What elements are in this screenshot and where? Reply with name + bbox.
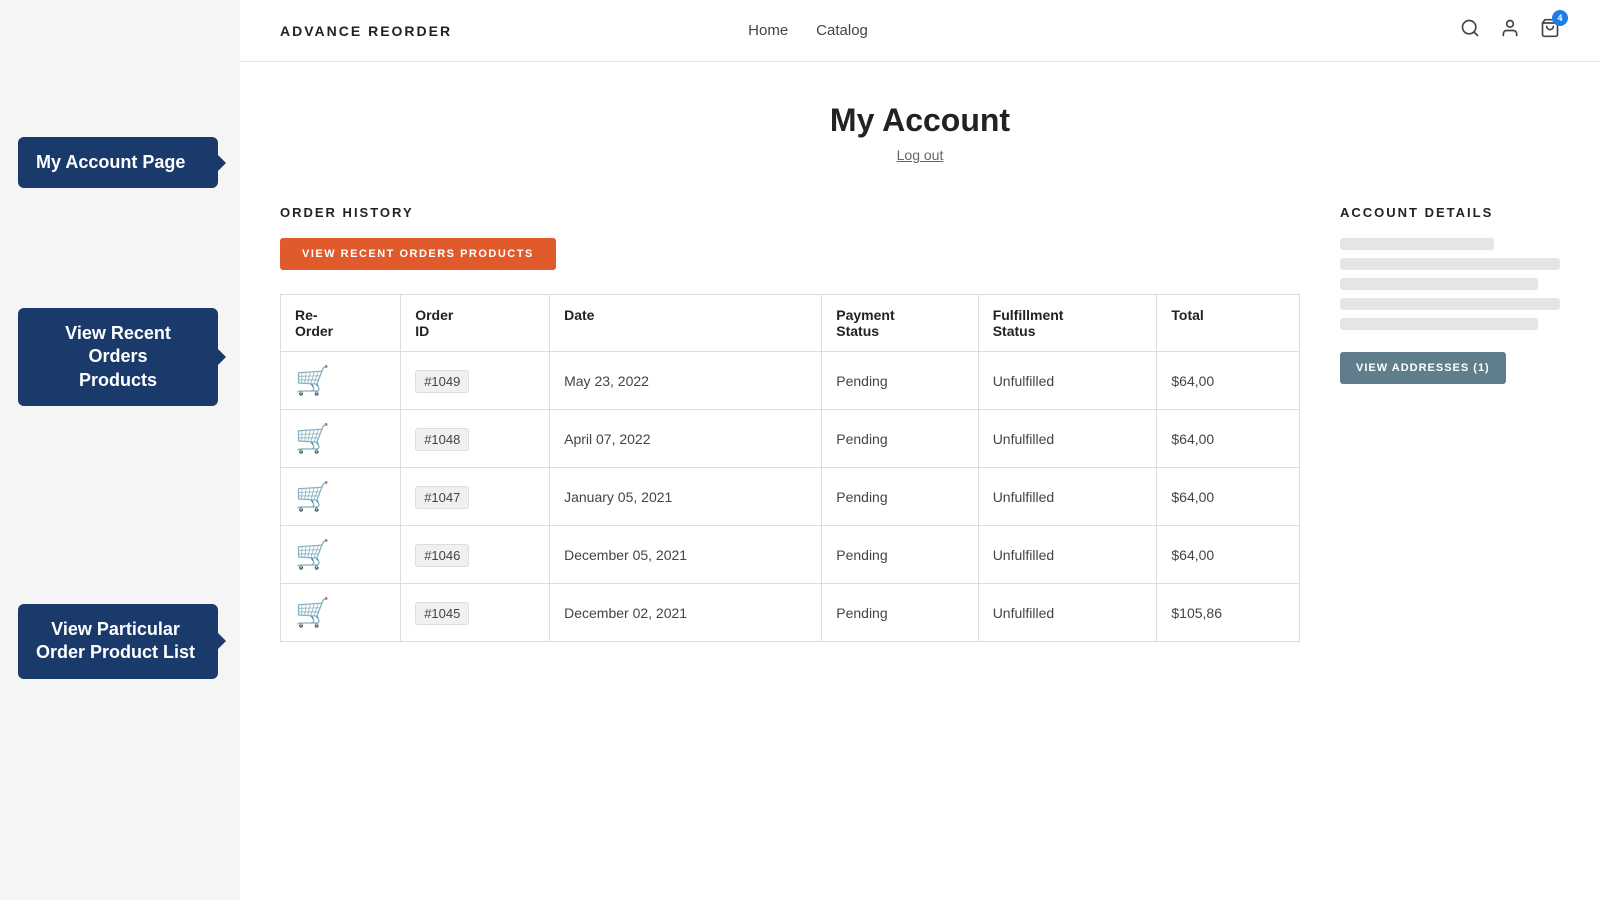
payment-status-cell: Pending <box>822 410 978 468</box>
col-payment: PaymentStatus <box>822 295 978 352</box>
payment-status-cell: Pending <box>822 352 978 410</box>
account-details-section: ACCOUNT DETAILS VIEW ADDRESSES (1) <box>1340 205 1560 384</box>
account-icon[interactable] <box>1500 18 1520 43</box>
total-cell: $64,00 <box>1157 468 1300 526</box>
order-id-badge[interactable]: #1049 <box>415 370 469 393</box>
table-row[interactable]: 🛒 #1048 April 07, 2022PendingUnfulfilled$6… <box>281 410 1300 468</box>
search-icon[interactable] <box>1460 18 1480 43</box>
order-id-badge[interactable]: #1047 <box>415 486 469 509</box>
page-title: My Account <box>260 102 1580 139</box>
total-cell: $64,00 <box>1157 410 1300 468</box>
payment-status-cell: Pending <box>822 584 978 642</box>
view-recent-orders-button[interactable]: VIEW RECENT ORDERS PRODUCTS <box>280 238 556 270</box>
fulfillment-status-cell: Unfulfilled <box>978 410 1157 468</box>
fulfillment-status-cell: Unfulfilled <box>978 352 1157 410</box>
col-reorder: Re-Order <box>281 295 401 352</box>
cart-badge: 4 <box>1552 10 1568 26</box>
nav-home[interactable]: Home <box>748 22 788 39</box>
body-columns: ORDER HISTORY VIEW RECENT ORDERS PRODUCT… <box>240 185 1600 682</box>
order-history-section: ORDER HISTORY VIEW RECENT ORDERS PRODUCT… <box>280 205 1300 642</box>
table-row[interactable]: 🛒 #1046 December 05, 2021PendingUnfulfille… <box>281 526 1300 584</box>
address-line-2 <box>1340 258 1560 270</box>
table-row[interactable]: 🛒 #1049 May 23, 2022PendingUnfulfilled$64,… <box>281 352 1300 410</box>
address-line-5 <box>1340 318 1538 330</box>
nav-catalog[interactable]: Catalog <box>816 22 868 39</box>
view-particular-order-badge: View ParticularOrder Product List <box>18 604 218 679</box>
total-cell: $105,86 <box>1157 584 1300 642</box>
order-date-cell: January 05, 2021 <box>550 468 822 526</box>
nav-icons: 4 <box>1460 18 1560 43</box>
table-row[interactable]: 🛒 #1047 January 05, 2021PendingUnfulfilled… <box>281 468 1300 526</box>
order-id-cell: #1047 <box>401 468 550 526</box>
order-id-cell: #1046 <box>401 526 550 584</box>
order-id-badge[interactable]: #1048 <box>415 428 469 451</box>
cart-toy-icon: 🛒 <box>295 423 330 454</box>
nav-links: Home Catalog <box>748 22 868 39</box>
reorder-icon-cell[interactable]: 🛒 <box>281 526 401 584</box>
view-recent-orders-badge: View Recent OrdersProducts <box>18 308 218 406</box>
payment-status-cell: Pending <box>822 526 978 584</box>
main-content: ADVANCE REORDER Home Catalog <box>240 0 1600 900</box>
cart-toy-icon: 🛒 <box>295 539 330 570</box>
cart-toy-icon: 🛒 <box>295 597 330 628</box>
col-fulfillment: FulfillmentStatus <box>978 295 1157 352</box>
order-id-cell: #1049 <box>401 352 550 410</box>
account-details-title: ACCOUNT DETAILS <box>1340 205 1560 220</box>
left-annotation-panel: My Account Page View Recent OrdersProduc… <box>0 0 240 900</box>
cart-toy-icon: 🛒 <box>295 481 330 512</box>
order-date-cell: April 07, 2022 <box>550 410 822 468</box>
page-wrapper: My Account Page View Recent OrdersProduc… <box>0 0 1600 900</box>
view-addresses-button[interactable]: VIEW ADDRESSES (1) <box>1340 352 1506 384</box>
col-orderid: OrderID <box>401 295 550 352</box>
account-header: My Account Log out <box>240 62 1600 185</box>
order-date-cell: December 02, 2021 <box>550 584 822 642</box>
brand-logo: ADVANCE REORDER <box>280 23 452 39</box>
cart-icon[interactable]: 4 <box>1540 18 1560 43</box>
reorder-icon-cell[interactable]: 🛒 <box>281 468 401 526</box>
navbar: ADVANCE REORDER Home Catalog <box>240 0 1600 62</box>
reorder-icon-cell[interactable]: 🛒 <box>281 410 401 468</box>
col-date: Date <box>550 295 822 352</box>
cart-toy-icon: 🛒 <box>295 365 330 396</box>
reorder-icon-cell[interactable]: 🛒 <box>281 584 401 642</box>
address-line-4 <box>1340 298 1560 310</box>
logout-link[interactable]: Log out <box>897 147 944 163</box>
address-line-1 <box>1340 238 1494 250</box>
my-account-page-badge: My Account Page <box>18 137 218 188</box>
total-cell: $64,00 <box>1157 352 1300 410</box>
payment-status-cell: Pending <box>822 468 978 526</box>
order-id-cell: #1045 <box>401 584 550 642</box>
fulfillment-status-cell: Unfulfilled <box>978 468 1157 526</box>
fulfillment-status-cell: Unfulfilled <box>978 526 1157 584</box>
table-row[interactable]: 🛒 #1045 December 02, 2021PendingUnfulfille… <box>281 584 1300 642</box>
order-id-cell: #1048 <box>401 410 550 468</box>
orders-table: Re-Order OrderID Date PaymentStatus Fulf… <box>280 294 1300 642</box>
reorder-icon-cell[interactable]: 🛒 <box>281 352 401 410</box>
total-cell: $64,00 <box>1157 526 1300 584</box>
fulfillment-status-cell: Unfulfilled <box>978 584 1157 642</box>
order-history-title: ORDER HISTORY <box>280 205 1300 220</box>
order-date-cell: May 23, 2022 <box>550 352 822 410</box>
address-line-3 <box>1340 278 1538 290</box>
order-id-badge[interactable]: #1045 <box>415 602 469 625</box>
order-date-cell: December 05, 2021 <box>550 526 822 584</box>
order-id-badge[interactable]: #1046 <box>415 544 469 567</box>
col-total: Total <box>1157 295 1300 352</box>
